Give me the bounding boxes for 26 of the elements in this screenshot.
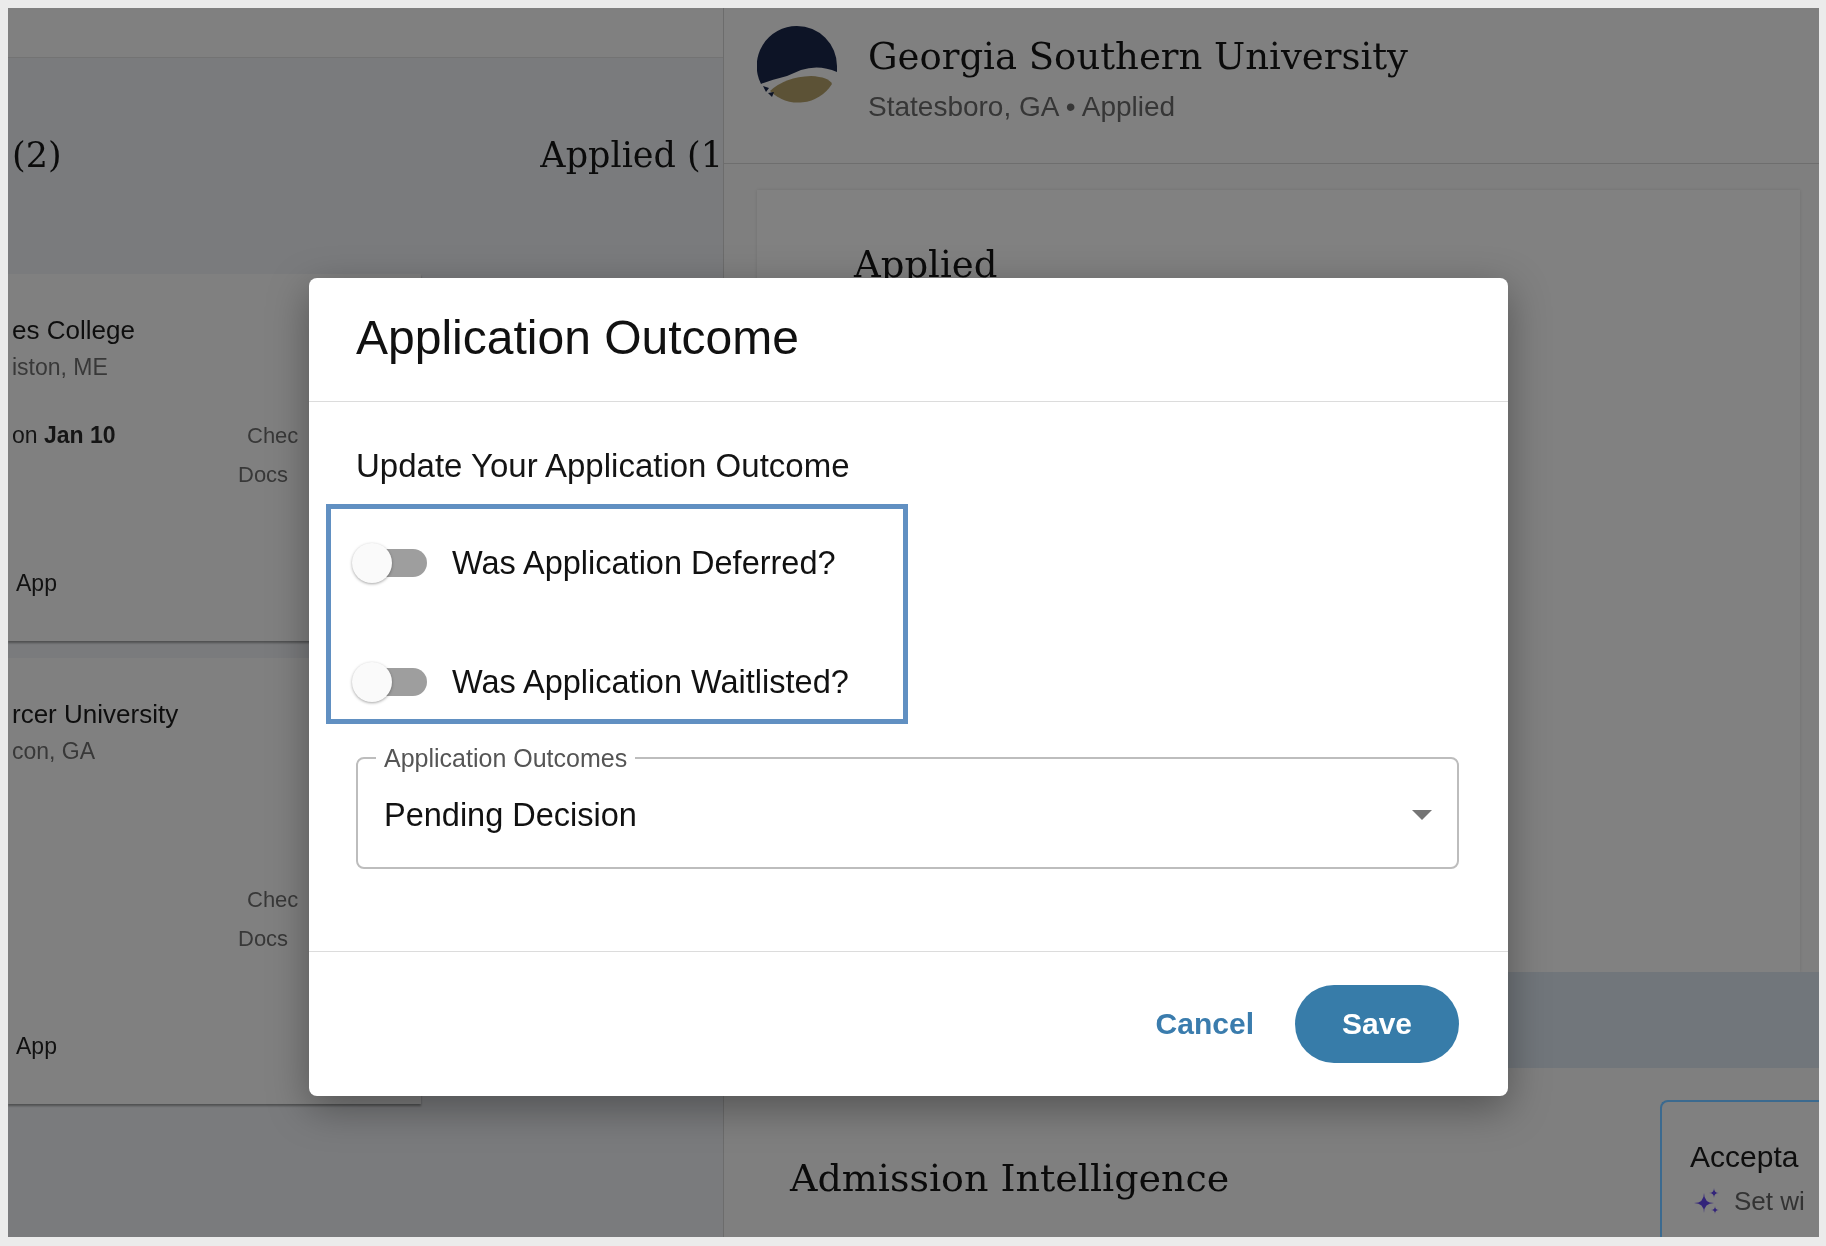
- checklist-label: Chec: [247, 422, 299, 450]
- toggle-switch[interactable]: [352, 543, 427, 583]
- college-location: con, GA: [12, 737, 96, 766]
- toggle-label: Was Application Waitlisted?: [452, 663, 849, 702]
- college-name: es College: [12, 314, 135, 347]
- deadline-text: on Jan 10: [12, 421, 116, 450]
- section-heading: Admission Intelligence: [790, 1155, 1230, 1201]
- card-action-label: App: [15, 569, 57, 598]
- insight-note: Set wi: [1734, 1185, 1805, 1218]
- column-heading: Applied (1: [540, 134, 723, 177]
- toggle-switch[interactable]: [352, 662, 427, 702]
- checklist-label: Docs: [238, 461, 289, 489]
- save-button[interactable]: Save: [1295, 985, 1459, 1063]
- school-logo-icon: [757, 26, 837, 106]
- college-name: rcer University: [12, 698, 179, 731]
- checklist-label: Docs: [238, 925, 289, 953]
- caret-icon: [1412, 809, 1432, 820]
- insight-title: Accepta: [1690, 1139, 1800, 1175]
- cancel-button[interactable]: Cancel: [1141, 985, 1268, 1063]
- school-subtitle: Statesboro, GA • Applied: [868, 90, 1176, 124]
- school-name: Georgia Southern University: [868, 34, 1408, 80]
- column-heading: (2): [12, 134, 62, 177]
- checklist-label: Chec: [247, 886, 299, 914]
- college-location: iston, ME: [12, 353, 108, 382]
- card-action-label: App: [15, 1032, 57, 1061]
- toggle-label: Was Application Deferred?: [452, 544, 836, 583]
